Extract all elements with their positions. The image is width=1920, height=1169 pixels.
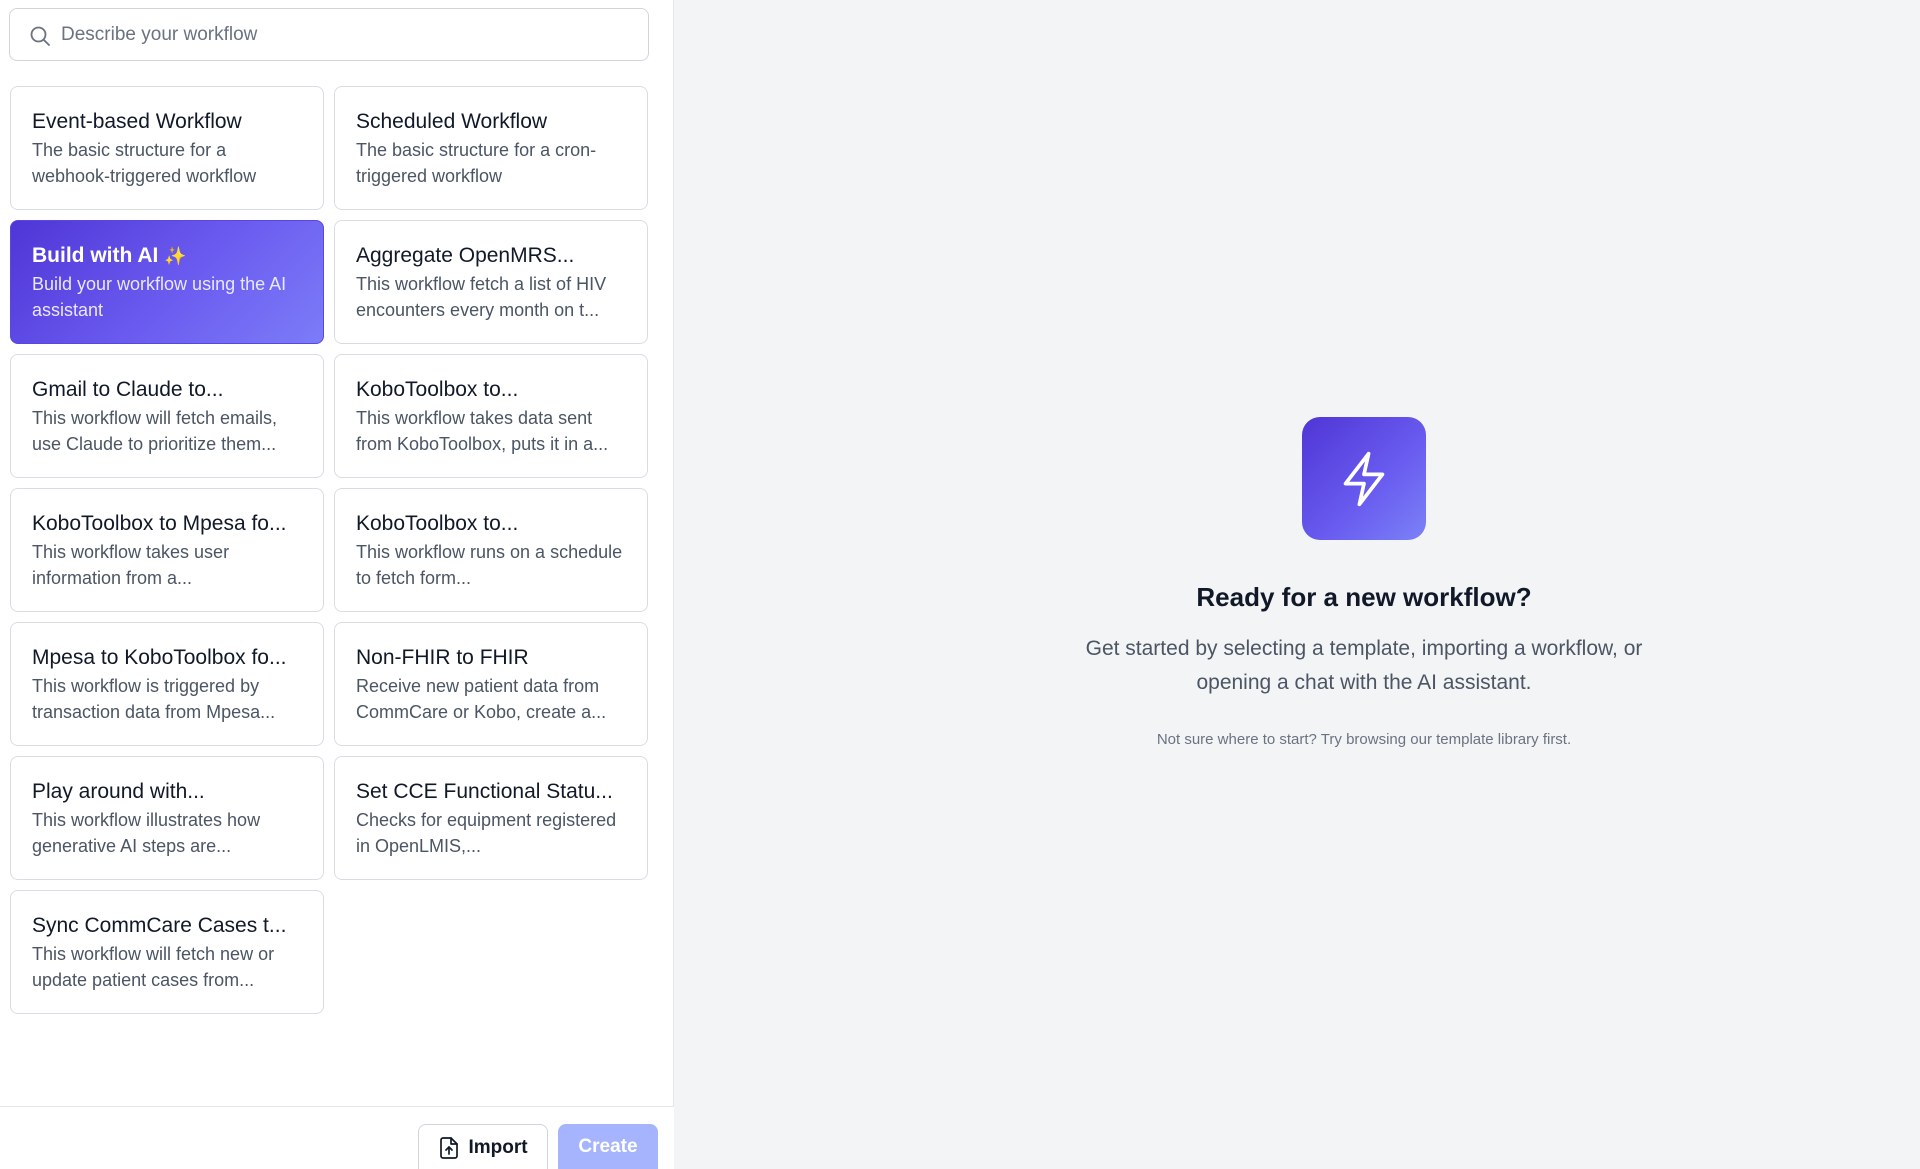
template-card-description: The basic structure for a webhook-trigge…	[32, 140, 257, 186]
template-card[interactable]: KoboToolbox to Mpesa fo... This workflow …	[10, 488, 324, 612]
template-card[interactable]: Set CCE Functional Statu... Checks for eq…	[334, 756, 648, 880]
template-card-title-text: Event-based Workflow	[32, 110, 242, 133]
template-card-title: Sync CommCare Cases t...	[32, 913, 303, 939]
template-card-title-text: KoboToolbox to...	[356, 378, 519, 401]
import-button-label: Import	[468, 1136, 528, 1158]
template-card-title: Aggregate OpenMRS...	[356, 243, 627, 269]
template-card-description: This workflow takes user information fro…	[32, 542, 230, 588]
template-card-title-text: Set CCE Functional Statu...	[356, 780, 613, 803]
template-card-description: This workflow runs on a schedule to fetc…	[356, 542, 623, 588]
template-card[interactable]: Mpesa to KoboToolbox fo... This workflow …	[10, 622, 324, 746]
template-card-title: Non-FHIR to FHIR	[356, 645, 627, 671]
template-card-title: KoboToolbox to Mpesa fo...	[32, 511, 303, 537]
template-card[interactable]: KoboToolbox to... This workflow takes dat…	[334, 354, 648, 478]
template-card-title: Set CCE Functional Statu...	[356, 779, 627, 805]
template-card-description: Receive new patient data from CommCare o…	[356, 676, 607, 722]
template-card[interactable]: KoboToolbox to... This workflow runs on a…	[334, 488, 648, 612]
template-card-title: KoboToolbox to...	[356, 511, 627, 537]
template-card-title-text: Non-FHIR to FHIR	[356, 646, 529, 669]
template-card[interactable]: Aggregate OpenMRS... This workflow fetch …	[334, 220, 648, 344]
template-card-title: Scheduled Workflow	[356, 109, 627, 135]
template-card-description: This workflow will fetch emails, use Cla…	[32, 408, 278, 454]
template-card-title-text: Build with AI	[32, 244, 159, 267]
template-card-title-text: Sync CommCare Cases t...	[32, 914, 287, 937]
template-card[interactable]: Sync CommCare Cases t... This workflow wi…	[10, 890, 324, 1014]
template-card[interactable]: Event-based Workflow The basic structure …	[10, 86, 324, 210]
template-card-description: This workflow is triggered by transactio…	[32, 676, 276, 722]
template-card-title-text: KoboToolbox to...	[356, 512, 519, 535]
template-card-description: This workflow will fetch new or update p…	[32, 944, 275, 990]
template-card-description: This workflow fetch a list of HIV encoun…	[356, 274, 607, 320]
template-card-description: Build your workflow using the AI assista…	[32, 274, 287, 320]
template-card[interactable]: Scheduled Workflow The basic structure fo…	[334, 86, 648, 210]
template-card-title: Event-based Workflow	[32, 109, 303, 135]
search-bar[interactable]	[9, 8, 649, 61]
app-root: Event-based Workflow The basic structure …	[0, 0, 1920, 1169]
template-card-title-text: Aggregate OpenMRS...	[356, 244, 575, 267]
file-upload-icon	[440, 1136, 459, 1159]
template-card-title: Play around with...	[32, 779, 303, 805]
empty-state-hint: Not sure where to start? Try browsing ou…	[1156, 731, 1572, 748]
template-card[interactable]: Gmail to Claude to... This workflow will …	[10, 354, 324, 478]
template-card-title: Gmail to Claude to...	[32, 377, 303, 403]
template-panel: Event-based Workflow The basic structure …	[0, 0, 674, 1169]
lightning-bolt-icon	[1343, 451, 1385, 506]
template-card-description: Checks for equipment registered in OpenL…	[356, 810, 617, 856]
template-card-title: Mpesa to KoboToolbox fo...	[32, 645, 303, 671]
create-button[interactable]: Create	[558, 1124, 658, 1169]
template-card-build-with-ai[interactable]: Build with AI ✨ Build your workflow using …	[10, 220, 324, 344]
template-card-description: This workflow takes data sent from KoboT…	[356, 408, 609, 454]
search-input[interactable]	[61, 9, 641, 60]
create-button-label: Create	[578, 1136, 638, 1157]
sparkles-icon: ✨	[164, 246, 187, 266]
template-card-title-text: KoboToolbox to Mpesa fo...	[32, 512, 287, 535]
empty-state-subtitle: Get started by selecting a template, imp…	[1085, 637, 1643, 694]
template-card[interactable]: Non-FHIR to FHIR Receive new patient data…	[334, 622, 648, 746]
template-card-description: The basic structure for a cron-triggered…	[356, 140, 597, 186]
workflow-badge	[1302, 417, 1426, 540]
template-card-title-text: Scheduled Workflow	[356, 110, 548, 133]
template-card[interactable]: Play around with... This workflow illustr…	[10, 756, 324, 880]
search-icon	[30, 26, 50, 46]
template-card-description: This workflow illustrates how generative…	[32, 810, 261, 856]
template-card-title-text: Gmail to Claude to...	[32, 378, 224, 401]
import-button[interactable]: Import	[418, 1124, 548, 1169]
empty-state-panel: Ready for a new workflow? Get started by…	[674, 0, 1920, 1169]
template-card-title: Build with AI ✨	[32, 243, 303, 269]
empty-state-title: Ready for a new workflow?	[1196, 582, 1532, 612]
template-card-title-text: Play around with...	[32, 780, 205, 803]
footer-bar: Import Create	[0, 1106, 674, 1169]
template-card-title: KoboToolbox to...	[356, 377, 627, 403]
template-card-title-text: Mpesa to KoboToolbox fo...	[32, 646, 287, 669]
